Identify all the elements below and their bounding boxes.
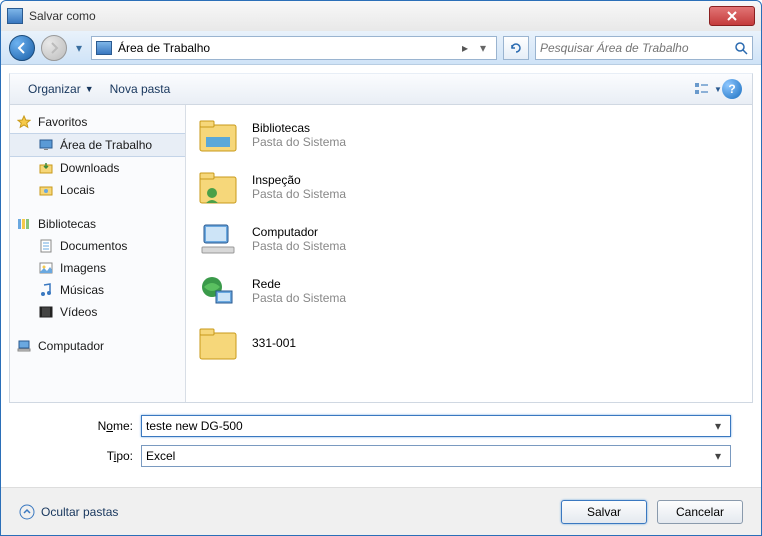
close-icon [726,11,738,21]
organize-menu[interactable]: Organizar ▼ [20,78,102,100]
file-name: Computador [252,225,346,239]
sidebar-group-computer[interactable]: Computador [10,335,185,357]
history-dropdown[interactable]: ▾ [73,35,85,61]
file-item[interactable]: Computador Pasta do Sistema [186,213,752,265]
sidebar-group-favorites[interactable]: Favoritos [10,111,185,133]
forward-button[interactable] [41,35,67,61]
help-icon: ? [728,82,735,96]
filename-label: Nome: [31,419,141,433]
titlebar: Salvar como [1,1,761,31]
sidebar-item-label: Vídeos [60,305,97,319]
new-folder-label: Nova pasta [110,82,171,96]
sidebar-item-documents[interactable]: Documentos [10,235,185,257]
sidebar-item-label: Documentos [60,239,127,253]
filetype-label: Tipo: [31,449,141,463]
main-area: Favoritos Área de Trabalho Downloads Loc… [9,105,753,403]
pictures-icon [38,260,54,276]
save-button[interactable]: Salvar [561,500,647,524]
desktop-icon [38,137,54,153]
filetype-combo[interactable]: ▾ [141,445,731,467]
computer-icon [196,219,240,259]
arrow-right-icon [48,42,60,54]
back-button[interactable] [9,35,35,61]
sidebar-item-videos[interactable]: Vídeos [10,301,185,323]
sidebar-item-places[interactable]: Locais [10,179,185,201]
documents-icon [38,238,54,254]
search-icon[interactable] [734,41,748,55]
location-text: Área de Trabalho [118,41,456,55]
sidebar-item-music[interactable]: Músicas [10,279,185,301]
file-name: Rede [252,277,346,291]
filename-combo[interactable]: ▾ [141,415,731,437]
file-name: Inspeção [252,173,346,187]
breadcrumb-arrow-icon[interactable]: ▸ [456,41,474,55]
sidebar-group-label: Bibliotecas [38,217,96,231]
window-icon [7,8,23,24]
star-icon [16,114,32,130]
chevron-down-icon[interactable]: ▾ [710,419,726,433]
refresh-button[interactable] [503,36,529,60]
toolbar: Organizar ▼ Nova pasta ▼ ? [9,73,753,105]
sidebar-item-downloads[interactable]: Downloads [10,157,185,179]
save-fields: Nome: ▾ Tipo: ▾ [1,403,761,479]
places-icon [38,182,54,198]
computer-icon [16,338,32,354]
network-icon [196,271,240,311]
file-item[interactable]: 331-001 [186,317,752,369]
sidebar-item-label: Músicas [60,283,104,297]
cancel-button[interactable]: Cancelar [657,500,743,524]
arrow-left-icon [16,42,28,54]
file-name: Bibliotecas [252,121,346,135]
folder-icon [196,323,240,363]
file-subtitle: Pasta do Sistema [252,135,346,149]
user-folder-icon [196,167,240,207]
music-icon [38,282,54,298]
file-subtitle: Pasta do Sistema [252,239,346,253]
view-options-button[interactable]: ▼ [694,77,722,101]
libraries-icon [196,115,240,155]
chevron-down-icon[interactable]: ▾ [710,449,726,463]
chevron-down-icon: ▼ [714,85,722,94]
file-subtitle: Pasta do Sistema [252,291,346,305]
refresh-icon [509,41,523,55]
chevron-down-icon: ▼ [85,84,94,94]
sidebar-item-label: Locais [60,183,95,197]
sidebar-item-label: Área de Trabalho [60,138,152,152]
address-bar[interactable]: Área de Trabalho ▸ ▾ [91,36,497,60]
sidebar-item-pictures[interactable]: Imagens [10,257,185,279]
filetype-input[interactable] [146,449,710,463]
sidebar-group-label: Computador [38,339,104,353]
collapse-icon [19,504,35,520]
desktop-icon [96,41,112,55]
file-item[interactable]: Inspeção Pasta do Sistema [186,161,752,213]
sidebar[interactable]: Favoritos Área de Trabalho Downloads Loc… [10,105,186,402]
nav-row: ▾ Área de Trabalho ▸ ▾ [1,31,761,65]
sidebar-item-label: Imagens [60,261,106,275]
file-item[interactable]: Rede Pasta do Sistema [186,265,752,317]
footer: Ocultar pastas Salvar Cancelar [1,487,761,535]
hide-folders-toggle[interactable]: Ocultar pastas [19,504,118,520]
downloads-icon [38,160,54,176]
sidebar-item-desktop[interactable]: Área de Trabalho [10,133,185,157]
help-button[interactable]: ? [722,79,742,99]
sidebar-group-label: Favoritos [38,115,87,129]
file-item[interactable]: Bibliotecas Pasta do Sistema [186,109,752,161]
search-box[interactable] [535,36,753,60]
new-folder-button[interactable]: Nova pasta [102,78,179,100]
organize-label: Organizar [28,82,81,96]
view-icon [694,82,712,96]
file-list[interactable]: Bibliotecas Pasta do Sistema Inspeção Pa… [186,105,752,402]
videos-icon [38,304,54,320]
sidebar-group-libraries[interactable]: Bibliotecas [10,213,185,235]
file-subtitle: Pasta do Sistema [252,187,346,201]
location-dropdown[interactable]: ▾ [474,41,492,55]
filename-input[interactable] [146,419,710,433]
sidebar-item-label: Downloads [60,161,119,175]
hide-folders-label: Ocultar pastas [41,505,118,519]
window-title: Salvar como [29,9,709,23]
close-button[interactable] [709,6,755,26]
search-input[interactable] [540,41,734,55]
libraries-icon [16,216,32,232]
file-name: 331-001 [252,336,296,350]
